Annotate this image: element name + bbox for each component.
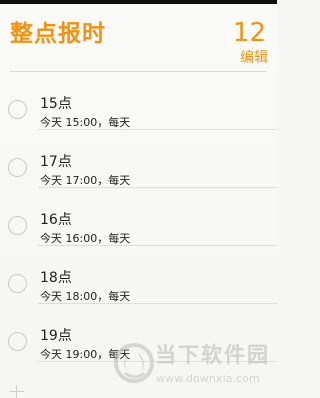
reminder-item-17[interactable]: 17点 今天 17:00，每天: [0, 130, 277, 188]
reminder-alarm-time: 今天 15:00，每天: [40, 116, 131, 129]
reminder-title[interactable]: 16点: [40, 212, 72, 229]
reminder-alarm-time: 今天 18:00，每天: [40, 290, 131, 303]
watermark: 当下软件园 www.downxia.com: [113, 342, 273, 394]
completion-checkbox[interactable]: [8, 100, 27, 119]
reminders-screen: 整点报时 12 编辑 15点 今天 15:00，每天 17点 今天 17:00，…: [0, 0, 277, 398]
completion-checkbox[interactable]: [8, 332, 27, 351]
watermark-logo-icon: [114, 343, 154, 383]
reminder-title[interactable]: 19点: [40, 328, 72, 345]
reminder-alarm-time: 今天 17:00，每天: [40, 174, 131, 187]
reminder-title[interactable]: 17点: [40, 154, 72, 171]
list-header: 整点报时 12 编辑: [0, 4, 277, 72]
completion-checkbox[interactable]: [8, 158, 27, 177]
completion-checkbox[interactable]: [8, 274, 27, 293]
reminder-count: 12: [232, 18, 266, 48]
completion-checkbox[interactable]: [8, 216, 27, 235]
reminder-item-15[interactable]: 15点 今天 15:00，每天: [0, 72, 277, 130]
reminder-title[interactable]: 18点: [40, 270, 72, 287]
plus-icon[interactable]: [10, 385, 24, 398]
reminder-item-16[interactable]: 16点 今天 16:00，每天: [0, 188, 277, 246]
reminder-list: 15点 今天 15:00，每天 17点 今天 17:00，每天 16点 今天 1…: [0, 72, 277, 362]
reminder-item-18[interactable]: 18点 今天 18:00，每天: [0, 246, 277, 304]
watermark-name: 当下软件园: [155, 343, 270, 367]
reminder-title[interactable]: 15点: [40, 96, 72, 113]
list-title: 整点报时: [10, 21, 106, 47]
reminder-alarm-time: 今天 16:00，每天: [40, 232, 131, 245]
edit-button[interactable]: 编辑: [240, 50, 268, 67]
watermark-domain: www.downxia.com: [156, 372, 260, 385]
